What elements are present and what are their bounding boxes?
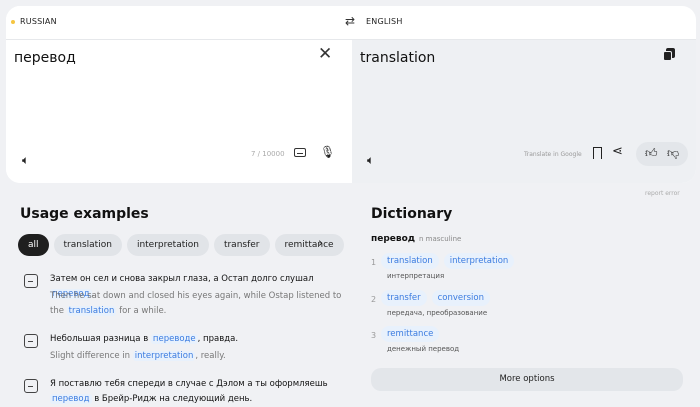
- microphone-icon[interactable]: 🎙︎: [320, 145, 335, 159]
- highlight-word: переводе: [150, 334, 198, 344]
- dictionary-tag[interactable]: translation: [381, 253, 439, 269]
- dictionary-gloss: денежный перевод: [387, 345, 460, 353]
- bookmark-icon[interactable]: [593, 147, 602, 159]
- example-ru: Я поставлю тебя спереди в случае с Дэлом…: [50, 379, 328, 404]
- thumbs-down-icon[interactable]: 👎︎: [667, 146, 679, 161]
- target-language-selector[interactable]: ENGLISH: [366, 17, 403, 26]
- dictionary-tag[interactable]: transfer: [381, 290, 427, 306]
- highlight-word: перевод: [50, 394, 92, 404]
- translation-output: translation: [360, 50, 436, 66]
- source-input[interactable]: перевод: [14, 50, 76, 66]
- dictionary-title: Dictionary: [371, 206, 453, 222]
- keyboard-icon[interactable]: [294, 148, 306, 157]
- dictionary-gloss: интерпретация: [387, 272, 445, 280]
- dictionary-headword: перевод n masculine: [371, 234, 462, 244]
- character-counter: 7 / 10000: [251, 150, 285, 158]
- filter-chip-transfer[interactable]: transfer: [213, 234, 270, 256]
- example-ru: Небольшая разница в переводе, правда.: [50, 334, 239, 344]
- report-error-link[interactable]: report error: [645, 190, 680, 197]
- target-speaker-icon[interactable]: 🔈︎: [367, 153, 374, 168]
- more-options-button[interactable]: More options: [371, 368, 683, 391]
- highlight-word: interpretation: [132, 351, 196, 361]
- detect-dot-icon: [11, 19, 15, 24]
- chevron-right-icon[interactable]: ›: [318, 236, 323, 251]
- source-language-selector[interactable]: RUSSIAN: [11, 17, 57, 26]
- source-speaker-icon[interactable]: 🔈︎: [22, 153, 29, 168]
- filter-chip-all[interactable]: all: [18, 234, 49, 256]
- translate-in-google-link[interactable]: Translate in Google: [524, 151, 582, 158]
- copy-icon[interactable]: [663, 48, 675, 61]
- thumbs-up-icon[interactable]: 👍︎: [645, 146, 658, 161]
- dictionary-tag[interactable]: remittance: [381, 326, 440, 342]
- swap-languages-icon[interactable]: ⇄: [345, 14, 355, 28]
- usage-filter-chips: all translation interpretation transfer …: [18, 234, 344, 256]
- dictionary-gloss: передача, преобразование: [387, 309, 488, 317]
- source-document-icon: [24, 379, 38, 393]
- target-language-label: ENGLISH: [366, 17, 403, 26]
- filter-chip-remittance[interactable]: remittance: [274, 234, 344, 256]
- dictionary-tag[interactable]: interpretation: [443, 253, 515, 269]
- source-language-label: RUSSIAN: [20, 17, 57, 26]
- feedback-group: 👍︎ 👎︎: [636, 142, 688, 166]
- filter-chip-translation[interactable]: translation: [53, 234, 122, 256]
- dictionary-tag[interactable]: conversion: [431, 290, 490, 306]
- example-en: Slight difference in interpretation, rea…: [50, 351, 226, 361]
- highlight-word: translation: [66, 306, 117, 316]
- source-document-icon: [24, 274, 38, 288]
- example-en: Then he sat down and closed his eyes aga…: [50, 291, 342, 316]
- source-document-icon: [24, 334, 38, 348]
- filter-chip-interpretation[interactable]: interpretation: [126, 234, 209, 256]
- usage-examples-title: Usage examples: [20, 206, 149, 222]
- share-icon[interactable]: ⋖: [612, 144, 623, 159]
- clear-icon[interactable]: ✕: [318, 44, 332, 64]
